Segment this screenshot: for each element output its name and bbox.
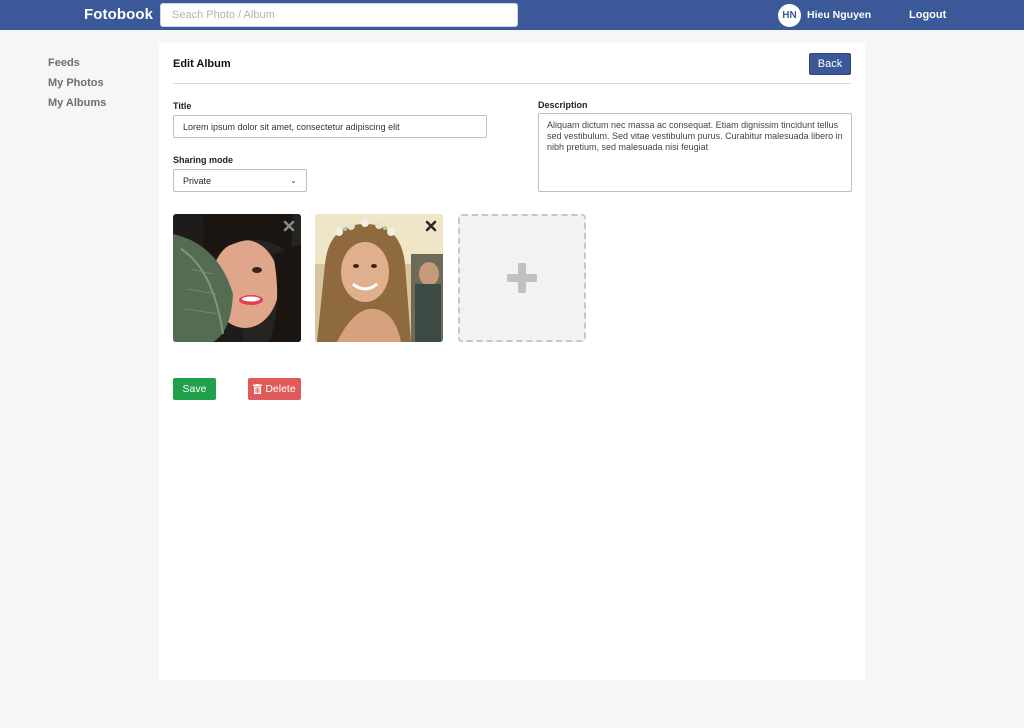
save-button[interactable]: Save	[173, 378, 216, 400]
album-photo[interactable]	[173, 214, 301, 342]
page-title: Edit Album	[173, 58, 231, 70]
title-label: Title	[173, 101, 192, 111]
plus-icon	[507, 263, 537, 293]
logout-link[interactable]: Logout	[909, 9, 946, 21]
trash-icon	[253, 384, 263, 394]
sidebar: Feeds My Photos My Albums	[48, 56, 106, 116]
search-input[interactable]	[160, 3, 518, 27]
photo-image	[173, 214, 301, 342]
delete-label: Delete	[265, 383, 296, 395]
delete-button[interactable]: Delete	[248, 378, 301, 400]
remove-icon[interactable]	[283, 220, 295, 232]
sidebar-item-feeds[interactable]: Feeds	[48, 56, 106, 76]
description-label: Description	[538, 100, 588, 110]
sidebar-item-my-photos[interactable]: My Photos	[48, 76, 106, 96]
sharing-mode-select[interactable]: Private ⌄	[173, 169, 307, 192]
user-name[interactable]: Hieu Nguyen	[807, 9, 871, 21]
edit-album-card: Edit Album Back Title Description Aliqua…	[159, 43, 865, 680]
avatar[interactable]: HN	[778, 4, 801, 27]
sidebar-item-my-albums[interactable]: My Albums	[48, 96, 106, 116]
title-field[interactable]	[173, 115, 487, 138]
add-photo-tile[interactable]	[458, 214, 586, 342]
album-photo[interactable]	[315, 214, 443, 342]
sharing-mode-label: Sharing mode	[173, 155, 234, 165]
chevron-down-icon: ⌄	[290, 176, 297, 185]
divider	[173, 83, 851, 84]
description-field[interactable]: Aliquam dictum nec massa ac consequat. E…	[538, 113, 852, 192]
photo-image	[315, 214, 443, 342]
top-navbar: Fotobook HN Hieu Nguyen Logout	[0, 0, 1024, 30]
sharing-mode-value: Private	[183, 175, 212, 186]
remove-icon[interactable]	[425, 220, 437, 232]
back-button[interactable]: Back	[809, 53, 851, 75]
brand-logo[interactable]: Fotobook	[84, 6, 153, 23]
